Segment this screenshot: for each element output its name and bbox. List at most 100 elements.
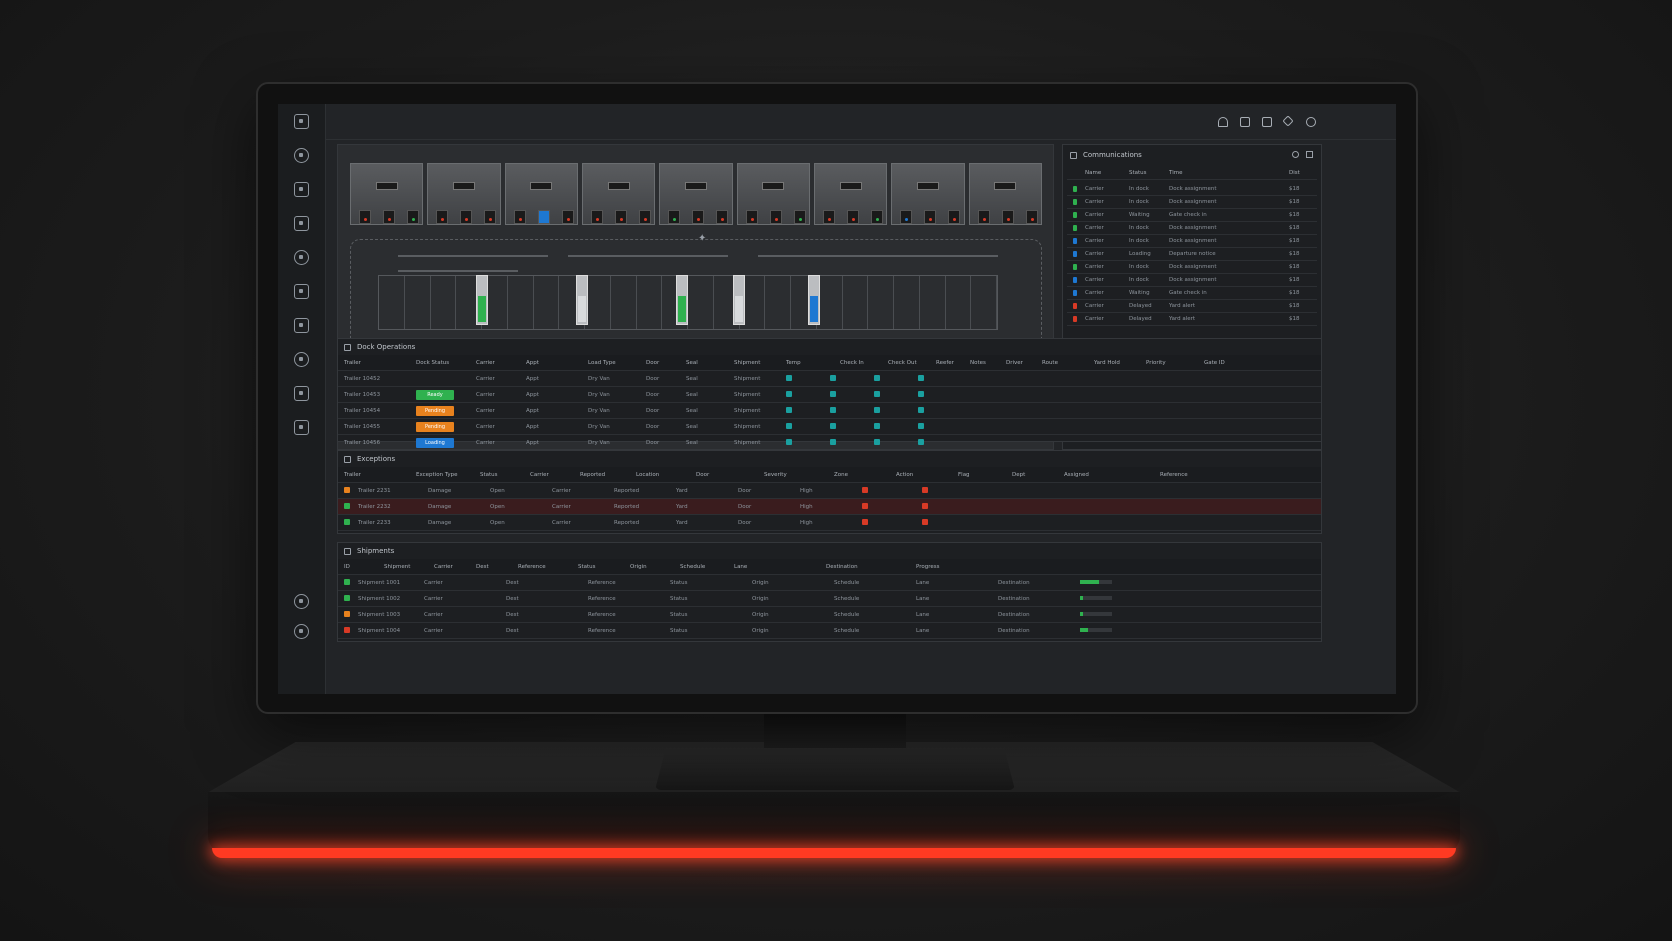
parking-slot[interactable] <box>405 276 431 329</box>
parking-slot[interactable] <box>920 276 946 329</box>
bell-icon[interactable] <box>1218 117 1228 127</box>
column-header[interactable]: Door <box>646 360 686 366</box>
column-header[interactable]: Priority <box>1146 360 1204 366</box>
trailer-id[interactable]: Trailer 10456 <box>344 440 416 446</box>
feed-row[interactable]: Carrier Delayed Yard alert $18 <box>1067 300 1317 313</box>
table-row[interactable]: Trailer 10453 Ready Carrier Appt Dry Van Door… <box>338 387 1321 403</box>
table-row[interactable]: Shipment 1004 Carrier Dest Reference Status O… <box>338 623 1321 639</box>
dock-bay[interactable] <box>736 163 810 225</box>
trailer-id[interactable]: Trailer 2232 <box>358 504 428 510</box>
column-header[interactable]: Action <box>896 472 958 478</box>
map-pin-icon[interactable] <box>294 352 309 367</box>
user-icon[interactable] <box>294 624 309 639</box>
column-header[interactable]: Zone <box>834 472 896 478</box>
column-header[interactable]: Door <box>696 472 764 478</box>
column-header[interactable]: Check In <box>840 360 888 366</box>
trailer[interactable] <box>476 275 488 325</box>
trailer-id[interactable]: Trailer 10454 <box>344 408 416 414</box>
parking-slot[interactable] <box>894 276 920 329</box>
column-header[interactable]: Load Type <box>588 360 646 366</box>
column-header[interactable]: Reference <box>1160 472 1240 478</box>
feed-row[interactable]: Carrier In dock Dock assignment $18 <box>1067 235 1317 248</box>
screen-icon[interactable] <box>294 420 309 435</box>
column-header[interactable]: Reported <box>580 472 636 478</box>
column-header[interactable]: Carrier <box>476 360 526 366</box>
column-header[interactable]: Schedule <box>680 564 734 570</box>
table-row[interactable]: Shipment 1003 Carrier Dest Reference Status O… <box>338 607 1321 623</box>
feed-row[interactable]: Carrier Loading Departure notice $18 <box>1067 248 1317 261</box>
table-row[interactable]: Trailer 2233 Damage Open Carrier Reported Yar… <box>338 515 1321 531</box>
dock-bay[interactable] <box>891 163 965 225</box>
feed-row[interactable]: Carrier In dock Dock assignment $18 <box>1067 183 1317 196</box>
shipment-id[interactable]: Shipment 1002 <box>358 596 424 602</box>
column-header[interactable]: Shipment <box>734 360 786 366</box>
column-header[interactable]: Assigned <box>1064 472 1160 478</box>
column-header[interactable]: Route <box>1042 360 1094 366</box>
parking-slot[interactable] <box>508 276 534 329</box>
column-header[interactable]: Check Out <box>888 360 936 366</box>
trailer-id[interactable]: Trailer 10455 <box>344 424 416 430</box>
network-icon[interactable] <box>294 216 309 231</box>
status-pill[interactable]: Loading <box>416 437 454 448</box>
scan-icon[interactable] <box>294 182 309 197</box>
grid-icon[interactable] <box>294 114 309 129</box>
column-header[interactable]: Location <box>636 472 696 478</box>
window-icon[interactable] <box>1240 117 1250 127</box>
column-header[interactable]: Shipment <box>384 564 434 570</box>
document-icon[interactable] <box>294 386 309 401</box>
trailer-id[interactable]: Trailer 10452 <box>344 376 416 382</box>
trailer-id[interactable]: Trailer 2231 <box>358 488 428 494</box>
column-header[interactable]: Flag <box>958 472 1012 478</box>
table-row[interactable]: Trailer 10454 Pending Carrier Appt Dry Van Do… <box>338 403 1321 419</box>
feed-row[interactable]: Carrier Delayed Yard alert $18 <box>1067 313 1317 326</box>
column-header[interactable]: Temp <box>786 360 840 366</box>
column-header[interactable]: Carrier <box>434 564 476 570</box>
dock-bay[interactable] <box>581 163 656 225</box>
trailer[interactable] <box>733 275 745 325</box>
parking-slot[interactable] <box>765 276 791 329</box>
column-header[interactable]: Notes <box>970 360 1006 366</box>
trailer[interactable] <box>676 275 688 325</box>
trailer[interactable] <box>576 275 588 325</box>
diamond-icon[interactable] <box>1282 115 1294 127</box>
trailer-id[interactable]: Trailer 2233 <box>358 520 428 526</box>
feed-row[interactable]: Carrier Waiting Gate check in $18 <box>1067 287 1317 300</box>
camera-icon[interactable] <box>1262 117 1272 127</box>
column-header[interactable]: Progress <box>916 564 1096 570</box>
parking-slot[interactable] <box>843 276 869 329</box>
parking-slot[interactable] <box>688 276 714 329</box>
parking-slot[interactable] <box>637 276 663 329</box>
feed-row[interactable]: Carrier In dock Dock assignment $18 <box>1067 274 1317 287</box>
parking-slot[interactable] <box>379 276 405 329</box>
table-row[interactable]: Trailer 10452 Carrier Appt Dry Van Door Seal S… <box>338 371 1321 387</box>
parking-slot[interactable] <box>585 276 611 329</box>
feed-row[interactable]: Carrier In dock Dock assignment $18 <box>1067 261 1317 274</box>
status-pill[interactable]: Pending <box>416 405 454 416</box>
dashboard-icon[interactable] <box>294 148 309 163</box>
trailer-id[interactable]: Trailer 10453 <box>344 392 416 398</box>
status-pill[interactable]: Pending <box>416 421 454 432</box>
feed-row[interactable]: Carrier In dock Dock assignment $18 <box>1067 222 1317 235</box>
column-header[interactable]: Status <box>480 472 530 478</box>
column-header[interactable]: Gate ID <box>1204 360 1244 366</box>
column-header[interactable]: Carrier <box>530 472 580 478</box>
dock-bay[interactable] <box>659 163 733 225</box>
column-header[interactable]: Origin <box>630 564 680 570</box>
column-header[interactable]: Reference <box>518 564 578 570</box>
parking-slot[interactable] <box>534 276 560 329</box>
column-header[interactable]: Dept <box>1012 472 1064 478</box>
feed-row[interactable]: Carrier Waiting Gate check in $18 <box>1067 209 1317 222</box>
settings-icon[interactable] <box>294 318 309 333</box>
table-row[interactable]: Shipment 1001 Carrier Dest Reference Status O… <box>338 575 1321 591</box>
shipment-id[interactable]: Shipment 1003 <box>358 612 424 618</box>
column-header[interactable]: Severity <box>764 472 834 478</box>
trailer[interactable] <box>808 275 820 325</box>
table-row[interactable]: Trailer 2231 Damage Open Carrier Reported Yar… <box>338 483 1321 499</box>
expand-icon[interactable] <box>1306 151 1313 158</box>
shipment-id[interactable]: Shipment 1001 <box>358 580 424 586</box>
table-row[interactable]: Trailer 10455 Pending Carrier Appt Dry Van Do… <box>338 419 1321 435</box>
dock-bay[interactable] <box>504 163 578 225</box>
column-header[interactable]: Status <box>578 564 630 570</box>
parking-slot[interactable] <box>817 276 843 329</box>
dock-bay[interactable] <box>427 163 501 225</box>
